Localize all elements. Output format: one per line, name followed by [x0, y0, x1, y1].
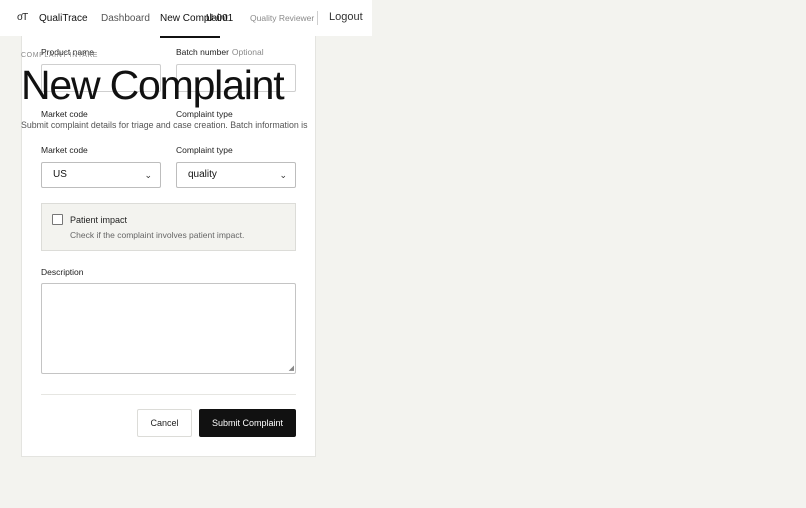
description-textarea[interactable]: ◢ — [41, 283, 296, 374]
batch-number-label: Batch number Optional — [176, 47, 264, 57]
brand-name: QualiTrace — [39, 13, 88, 24]
market-code-label-ghost: Market code — [41, 109, 88, 119]
active-nav-indicator — [160, 36, 220, 38]
nav-dashboard[interactable]: Dashboard — [101, 13, 150, 24]
patient-impact-checkbox[interactable] — [52, 214, 63, 225]
top-navigation-bar: σT QualiTrace Dashboard New Complaint U-… — [0, 0, 372, 38]
header-divider — [317, 11, 318, 25]
market-code-label: Market code — [41, 145, 88, 155]
description-label: Description — [41, 267, 84, 277]
form-divider — [41, 394, 296, 395]
patient-impact-box: Patient impact Check if the complaint in… — [41, 203, 296, 251]
complaint-type-select[interactable]: quality ⌄ — [176, 162, 296, 188]
cancel-button[interactable]: Cancel — [137, 409, 192, 437]
chevron-down-icon: ⌄ — [279, 170, 287, 180]
page-subtitle: Submit complaint details for triage and … — [21, 120, 308, 130]
logo-icon: σT — [17, 12, 28, 23]
market-code-select[interactable]: US ⌄ — [41, 162, 161, 188]
logout-button[interactable]: Logout — [329, 11, 363, 23]
page-title: New Complaint — [21, 62, 285, 108]
user-role: Quality Reviewer — [250, 13, 315, 23]
complaint-type-value: quality — [188, 169, 217, 180]
chevron-down-icon: ⌄ — [144, 170, 152, 180]
patient-impact-help: Check if the complaint involves patient … — [70, 230, 245, 240]
optional-hint: Optional — [231, 47, 264, 57]
market-code-value: US — [53, 169, 67, 180]
page-eyebrow: COMPLAINT INTAKE — [21, 52, 99, 59]
complaint-type-label: Complaint type — [176, 145, 233, 155]
user-id: U-001 — [206, 13, 234, 24]
submit-complaint-button[interactable]: Submit Complaint — [199, 409, 296, 437]
patient-impact-label: Patient impact — [70, 215, 128, 225]
resize-handle-icon[interactable]: ◢ — [289, 365, 294, 372]
complaint-type-label-ghost: Complaint type — [176, 109, 233, 119]
